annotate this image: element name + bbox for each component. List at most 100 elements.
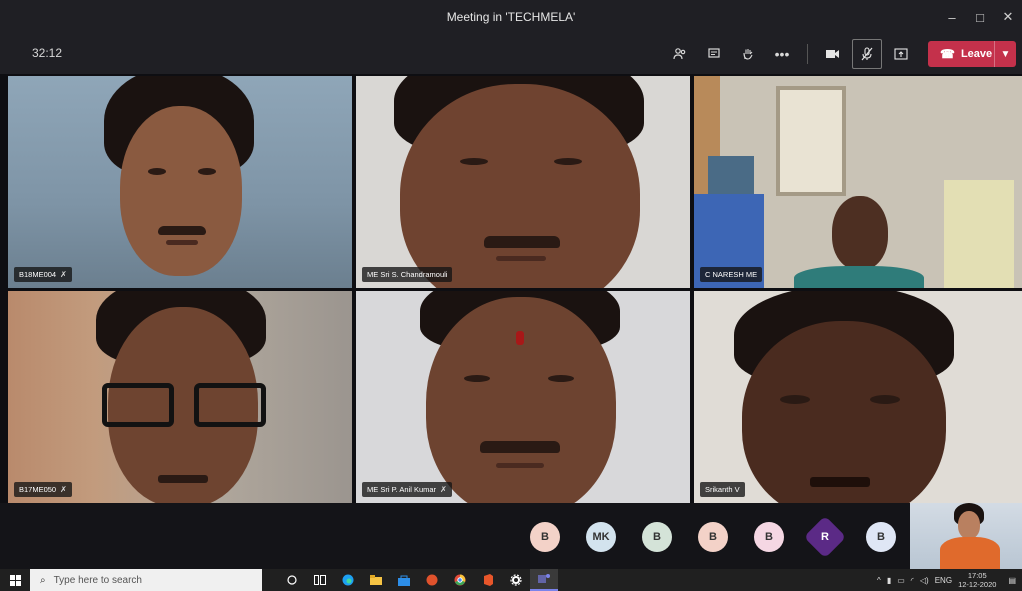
participant-mustache [484,236,560,248]
wifi-icon[interactable]: ◜ [911,576,914,585]
mic-muted-icon[interactable] [852,39,882,69]
avatar[interactable]: R [803,515,847,559]
participant-eye [464,375,490,382]
participant-eye [148,168,166,175]
participant-name: Srikanth V [705,485,740,494]
teams-icon[interactable] [530,569,558,591]
file-explorer-icon[interactable] [362,569,390,591]
participant-face [120,106,242,276]
mic-muted-icon: ✗ [60,270,67,279]
battery-icon[interactable]: ▭ [897,576,905,585]
participant-eye [780,395,810,404]
avatar[interactable]: B [642,522,672,552]
chevron-down-icon[interactable]: ▼ [994,41,1016,67]
leave-label: Leave [960,48,993,60]
avatar[interactable]: B [698,522,728,552]
participant-mouth [158,475,208,483]
microphone-icon[interactable]: ▮ [887,576,891,585]
office-icon[interactable] [474,569,502,591]
participant-name-tag: C NARESH ME [700,267,763,282]
avatar[interactable]: B [866,522,896,552]
participants-icon[interactable] [665,39,695,69]
avatar-list: B MK B B B R B [530,515,896,559]
maximize-button[interactable]: □ [966,0,994,34]
raise-hand-icon[interactable] [733,39,763,69]
participant-tile[interactable]: B17ME050 ✗ [8,291,352,503]
camera-icon[interactable] [818,39,848,69]
meeting-controls: ••• ☎ Leave ▼ [665,38,1016,70]
participant-face [958,511,980,539]
chat-icon[interactable] [699,39,729,69]
meeting-timer: 32:12 [32,46,63,60]
clock-time: 17:05 [967,571,987,580]
taskbar-apps [278,569,558,591]
participant-name: ME Sri P. Anil Kumar [367,485,437,494]
minimize-button[interactable]: – [938,0,966,34]
store-icon[interactable] [390,569,418,591]
participant-tile[interactable]: ME Sri S. Chandramouli [356,76,690,288]
search-icon: ⌕ [40,574,46,586]
notifications-icon[interactable]: ▤ [1008,576,1016,585]
avatar[interactable]: B [754,522,784,552]
participant-shirt [940,537,1000,569]
participant-tile[interactable]: Srikanth V [694,291,1022,503]
participant-mustache [480,441,560,453]
participant-eye [554,158,582,165]
participant-glasses [194,383,266,427]
close-button[interactable]: ✕ [994,0,1022,34]
chrome-icon[interactable] [446,569,474,591]
participant-name: ME Sri S. Chandramouli [367,270,448,279]
participant-name: C NARESH ME [705,270,758,279]
windows-taskbar: ⌕ Type here to search ^ ▮ ▭ ◜ ◁) ENG 17:… [0,569,1022,591]
participant-name-tag: B18ME004 ✗ [14,267,72,282]
leave-button[interactable]: ☎ Leave ▼ [928,41,1016,67]
participant-face [832,196,888,270]
more-icon[interactable]: ••• [767,39,797,69]
system-tray: ^ ▮ ▭ ◜ ◁) ENG 17:05 12-12-2020 ▤ [877,569,1022,591]
participant-shirt [794,266,924,288]
clock[interactable]: 17:05 12-12-2020 [958,571,996,589]
participant-name: B17ME050 [19,485,57,494]
mic-muted-icon: ✗ [440,485,447,494]
participant-eye [198,168,216,175]
mic-muted-icon: ✗ [60,485,67,494]
avatar[interactable]: B [530,522,560,552]
task-view-icon[interactable] [306,569,334,591]
phone-hangup-icon: ☎ [940,47,955,61]
participant-name-tag: Srikanth V [700,482,745,497]
participant-mouth [496,256,546,261]
participant-face [426,297,616,503]
title-bar: Meeting in 'TECHMELA' – □ ✕ [0,0,1022,34]
participant-eye [870,395,900,404]
settings-icon[interactable] [502,569,530,591]
windows-start-icon[interactable] [0,569,30,591]
participant-mouth [496,463,544,468]
participant-tile[interactable]: C NARESH ME [694,76,1022,288]
participant-mouth [810,477,870,487]
window-title: Meeting in 'TECHMELA' [446,10,576,24]
participant-mouth [166,240,198,245]
meeting-toolbar: 32:12 ••• ☎ Leave ▼ [0,34,1022,74]
overflow-participants-bar: B MK B B B R B [0,503,1022,569]
powerpoint-icon[interactable] [418,569,446,591]
participant-name-tag: ME Sri P. Anil Kumar ✗ [362,482,452,497]
chevron-up-icon[interactable]: ^ [877,576,881,585]
participant-eye [548,375,574,382]
participant-tile[interactable]: ME Sri P. Anil Kumar ✗ [356,291,690,503]
participant-mustache [158,226,206,235]
avatar[interactable]: MK [586,522,616,552]
taskbar-search-input[interactable]: ⌕ Type here to search [30,569,262,591]
self-preview[interactable] [910,503,1022,569]
volume-icon[interactable]: ◁) [920,576,929,585]
participant-name-tag: ME Sri S. Chandramouli [362,267,453,282]
room-door [944,180,1014,288]
language-indicator[interactable]: ENG [935,576,952,585]
participant-tile[interactable]: B18ME004 ✗ [8,76,352,288]
window-controls: – □ ✕ [938,0,1022,34]
participant-glasses [102,383,174,427]
participant-tilak [516,331,524,345]
share-icon[interactable] [886,39,916,69]
edge-icon[interactable] [334,569,362,591]
participant-face [742,321,946,503]
cortana-icon[interactable] [278,569,306,591]
